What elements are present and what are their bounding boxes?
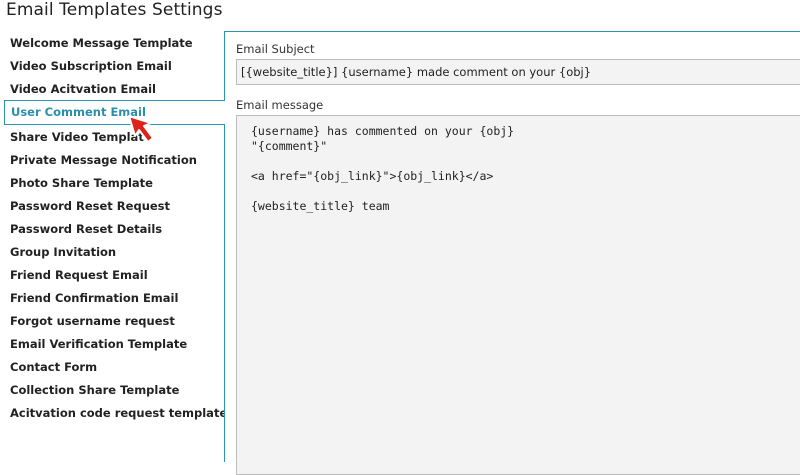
sidebar-item-video-subscription-email[interactable]: Video Subscription Email [10,56,172,76]
sidebar-item-contact-form[interactable]: Contact Form [10,357,97,377]
template-editor-panel: Email Subject Email message {username} h… [224,31,800,475]
sidebar-item-video-activation-email[interactable]: Video Acitvation Email [10,79,156,99]
email-message-textarea[interactable]: {username} has commented on your {obj} "… [236,115,800,475]
sidebar-item-collection-share-template[interactable]: Collection Share Template [10,380,179,400]
email-subject-input[interactable] [236,59,800,85]
sidebar-item-friend-confirmation-email[interactable]: Friend Confirmation Email [10,288,178,308]
sidebar-item-photo-share-template[interactable]: Photo Share Template [10,173,153,193]
sidebar-item-group-invitation[interactable]: Group Invitation [10,242,116,262]
sidebar-item-private-message-notification[interactable]: Private Message Notification [10,150,197,170]
sidebar-item-password-reset-details[interactable]: Password Reset Details [10,219,162,239]
sidebar-item-user-comment-email[interactable]: User Comment Email [4,100,225,125]
sidebar-item-email-verification-template[interactable]: Email Verification Template [10,334,187,354]
sidebar-item-welcome-message-template[interactable]: Welcome Message Template [10,33,193,53]
sidebar-item-friend-request-email[interactable]: Friend Request Email [10,265,148,285]
sidebar-item-password-reset-request[interactable]: Password Reset Request [10,196,170,216]
email-message-label: Email message [236,98,324,112]
sidebar-item-activation-code-request-template[interactable]: Acitvation code request template [10,403,227,423]
email-subject-label: Email Subject [236,42,315,56]
red-arrow-cursor-icon [128,115,154,143]
sidebar-item-forgot-username-request[interactable]: Forgot username request [10,311,175,331]
template-sidebar: Welcome Message Template Video Subscript… [0,31,227,450]
page-title: Email Templates Settings [6,0,223,20]
